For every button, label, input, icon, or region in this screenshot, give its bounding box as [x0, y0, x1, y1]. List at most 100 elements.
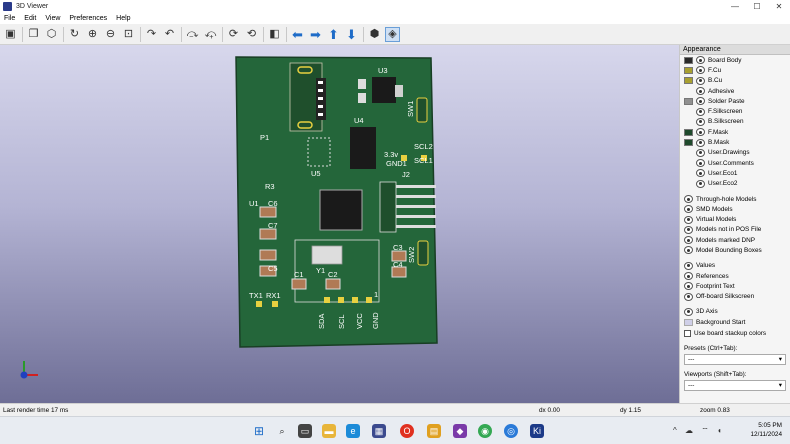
flip-board-icon[interactable]: ◧ — [267, 27, 282, 42]
visibility-eye-icon[interactable] — [684, 195, 693, 203]
taskview-icon[interactable]: ▭ — [298, 424, 312, 438]
menu-preferences[interactable]: Preferences — [65, 15, 112, 22]
text-item-row[interactable]: References — [680, 271, 790, 281]
layer-color-swatch[interactable] — [684, 88, 693, 95]
chrome-icon[interactable]: ◉ — [478, 424, 492, 438]
background-start-row[interactable]: Background Start — [680, 317, 790, 327]
layer-color-swatch[interactable] — [684, 97, 693, 105]
maximize-button[interactable]: ☐ — [746, 0, 768, 13]
visibility-eye-icon[interactable] — [696, 76, 705, 85]
rotate-y-ccw-icon[interactable]: ⤽ — [203, 27, 218, 42]
layer-color-swatch[interactable] — [684, 128, 693, 136]
edge-icon[interactable]: e — [346, 424, 360, 438]
layer-item-row[interactable]: User.Drawings — [680, 148, 790, 158]
layer-item-row[interactable]: User.Comments — [680, 158, 790, 168]
visibility-eye-icon[interactable] — [696, 117, 705, 126]
visibility-eye-icon[interactable] — [696, 179, 705, 188]
close-button[interactable]: ✕ — [768, 0, 790, 13]
store-icon[interactable]: ▦ — [372, 424, 386, 438]
layer-color-swatch[interactable] — [684, 118, 693, 125]
minimize-button[interactable]: — — [724, 0, 746, 13]
layer-color-swatch[interactable] — [684, 139, 693, 147]
stackup-checkbox[interactable] — [684, 329, 691, 337]
kicad-icon[interactable]: Ki — [530, 424, 544, 438]
text-item-row[interactable]: Footprint Text — [680, 281, 790, 291]
menu-help[interactable]: Help — [112, 15, 135, 22]
model-item-row[interactable]: Virtual Models — [680, 214, 790, 224]
notes-icon[interactable]: ▤ — [427, 424, 441, 438]
visibility-eye-icon[interactable] — [696, 148, 705, 157]
clock[interactable]: 5:05 PM 12/11/2024 — [750, 421, 782, 439]
visibility-eye-icon[interactable] — [684, 246, 693, 255]
move-down-icon[interactable]: ⬇ — [344, 27, 359, 42]
3d-viewport[interactable]: P1 U3 U4 SW1 SCL2 3.3v GND1 SCL1 U5 R3 U… — [0, 45, 679, 403]
axis-row[interactable]: 3D Axis — [680, 307, 790, 317]
visibility-eye-icon[interactable] — [696, 107, 705, 116]
zoom-in-icon[interactable]: ⊕ — [85, 27, 100, 42]
file-explorer-icon[interactable]: ▬ — [322, 424, 336, 438]
visibility-eye-icon[interactable] — [684, 272, 693, 281]
layer-color-swatch[interactable] — [684, 56, 693, 64]
model-item-row[interactable]: Models not in POS File — [680, 225, 790, 235]
visibility-eye-icon[interactable] — [684, 292, 693, 301]
orthographic-icon[interactable]: ⬢ — [367, 27, 382, 42]
menu-edit[interactable]: Edit — [20, 15, 41, 22]
rotate-y-cw-icon[interactable]: ⤼ — [185, 27, 200, 42]
reload-icon[interactable]: ↻ — [67, 27, 82, 42]
layer-item-row[interactable]: Adhesive — [680, 86, 790, 96]
visibility-eye-icon[interactable] — [696, 56, 705, 65]
layer-item-row[interactable]: User.Eco2 — [680, 179, 790, 189]
zoom-fit-icon[interactable]: ⊡ — [121, 27, 136, 42]
layer-color-swatch[interactable] — [684, 180, 693, 187]
layer-item-row[interactable]: Board Body — [680, 55, 790, 65]
zoom-out-icon[interactable]: ⊖ — [103, 27, 118, 42]
layer-color-swatch[interactable] — [684, 160, 693, 167]
move-left-icon[interactable]: ⬅ — [290, 27, 305, 42]
visibility-eye-icon[interactable] — [696, 87, 705, 96]
visibility-eye-icon[interactable] — [684, 215, 693, 224]
visibility-eye-icon[interactable] — [684, 261, 693, 270]
visibility-eye-icon[interactable] — [684, 236, 693, 245]
layer-color-swatch[interactable] — [684, 77, 693, 85]
visibility-eye-icon[interactable] — [696, 169, 705, 178]
visibility-eye-icon[interactable] — [684, 282, 693, 291]
model-item-row[interactable]: SMD Models — [680, 204, 790, 214]
rotate-z-ccw-icon[interactable]: ⟲ — [244, 27, 259, 42]
model-item-row[interactable]: Model Bounding Boxes — [680, 245, 790, 255]
layer-color-swatch[interactable] — [684, 108, 693, 115]
text-item-row[interactable]: Values — [680, 261, 790, 271]
visibility-eye-icon[interactable] — [696, 97, 705, 106]
background-swatch[interactable] — [684, 318, 693, 326]
model-item-row[interactable]: Models marked DNP — [680, 235, 790, 245]
rotate-x-ccw-icon[interactable]: ↶ — [162, 27, 177, 42]
move-up-icon[interactable]: ⬆ — [326, 27, 341, 42]
layer-item-row[interactable]: F.Mask — [680, 127, 790, 137]
layers-manager-icon[interactable]: ◈ — [385, 26, 400, 42]
layer-item-row[interactable]: B.Silkscreen — [680, 117, 790, 127]
app-icon-1[interactable]: ◆ — [453, 424, 467, 438]
start-icon[interactable]: ⊞ — [252, 424, 266, 438]
text-item-row[interactable]: Off-board Silkscreen — [680, 292, 790, 302]
menu-view[interactable]: View — [41, 15, 65, 22]
raytracing-icon[interactable]: ⬡ — [44, 27, 59, 42]
visibility-eye-icon[interactable] — [684, 205, 693, 214]
opera-icon[interactable]: O — [400, 424, 414, 438]
rotate-z-cw-icon[interactable]: ⟳ — [226, 27, 241, 42]
visibility-eye-icon[interactable] — [684, 307, 693, 316]
layer-item-row[interactable]: F.Silkscreen — [680, 106, 790, 116]
export-image-icon[interactable]: ▣ — [3, 27, 18, 42]
stackup-colors-row[interactable]: Use board stackup colors — [680, 327, 790, 339]
layer-item-row[interactable]: B.Mask — [680, 137, 790, 147]
layer-item-row[interactable]: User.Eco1 — [680, 168, 790, 178]
search-icon[interactable]: ⌕ — [275, 424, 289, 438]
visibility-eye-icon[interactable] — [696, 159, 705, 168]
layer-color-swatch[interactable] — [684, 66, 693, 74]
visibility-eye-icon[interactable] — [696, 138, 705, 147]
browser-icon[interactable]: ◎ — [504, 424, 518, 438]
rotate-x-cw-icon[interactable]: ↷ — [144, 27, 159, 42]
layer-color-swatch[interactable] — [684, 149, 693, 156]
visibility-eye-icon[interactable] — [684, 225, 693, 234]
model-item-row[interactable]: Through-hole Models — [680, 194, 790, 204]
visibility-eye-icon[interactable] — [696, 66, 705, 75]
move-right-icon[interactable]: ➡ — [308, 27, 323, 42]
